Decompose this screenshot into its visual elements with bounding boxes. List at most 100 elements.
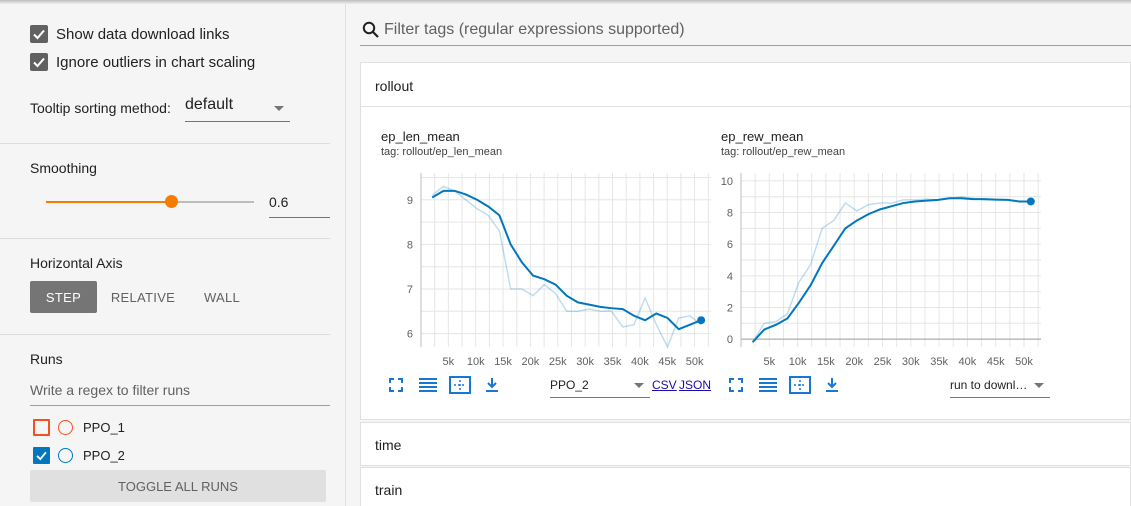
group-time[interactable]: time bbox=[360, 422, 1131, 466]
run-name: PPO_1 bbox=[83, 420, 125, 435]
x-tick-label: 10k bbox=[789, 356, 807, 368]
csv-download-link[interactable]: CSV bbox=[652, 378, 677, 392]
y-tick-label: 6 bbox=[407, 329, 413, 341]
search-icon bbox=[362, 21, 379, 38]
group-rollout-title: rollout bbox=[375, 78, 414, 94]
x-tick-label: 25k bbox=[549, 356, 567, 368]
group-time-title: time bbox=[375, 437, 402, 453]
divider bbox=[0, 238, 330, 239]
run-select-dropdown[interactable]: PPO_2 bbox=[550, 374, 650, 398]
run-item-ppo-1[interactable]: PPO_1 bbox=[33, 419, 125, 436]
y-tick-label: 2 bbox=[727, 302, 733, 314]
x-tick-label: 30k bbox=[902, 356, 920, 368]
download-icon[interactable] bbox=[481, 374, 503, 396]
main-panel: Filter tags (regular expressions support… bbox=[346, 4, 1131, 506]
y-tick-label: 4 bbox=[727, 271, 733, 283]
fit-domain-icon[interactable] bbox=[449, 374, 471, 396]
runs-label: Runs bbox=[30, 351, 63, 367]
y-tick-label: 8 bbox=[407, 239, 413, 251]
download-icon[interactable] bbox=[821, 374, 843, 396]
runs-filter-placeholder: Write a regex to filter runs bbox=[30, 382, 191, 398]
y-tick-label: 9 bbox=[407, 195, 413, 207]
smoothing-value: 0.6 bbox=[269, 194, 289, 210]
tooltip-sorting-label: Tooltip sorting method: bbox=[30, 100, 171, 116]
x-tick-label: 35k bbox=[930, 356, 948, 368]
run-color-circle-icon[interactable] bbox=[58, 420, 73, 435]
checkmark-icon bbox=[36, 451, 47, 461]
checkbox-checked-icon[interactable] bbox=[30, 25, 48, 43]
series-smoothed-line bbox=[751, 197, 1031, 343]
smoothing-label: Smoothing bbox=[30, 160, 97, 176]
chart-tag-ep-rew-mean: tag: rollout/ep_rew_mean bbox=[721, 146, 846, 158]
show-download-links-label: Show data download links bbox=[56, 25, 230, 43]
axis-wall-button[interactable]: WALL bbox=[196, 281, 248, 313]
run-select-dropdown[interactable]: run to downl… bbox=[950, 374, 1050, 398]
x-tick-label: 50k bbox=[686, 356, 704, 368]
fullscreen-icon[interactable] bbox=[725, 374, 747, 396]
run-name: PPO_2 bbox=[83, 448, 125, 463]
chevron-down-icon bbox=[634, 383, 644, 388]
chart-ep-len-mean[interactable]: 6 7 8 9 5k 10k 15k 20k 25k 30k 35k 40k 45k 50k bbox=[381, 167, 711, 377]
group-train[interactable]: train bbox=[360, 467, 1131, 506]
x-tick-label: 5k bbox=[443, 356, 455, 368]
x-tick-label: 45k bbox=[987, 356, 1005, 368]
sidebar: Show data download links Ignore outliers… bbox=[0, 4, 346, 506]
chart-title-ep-len-mean: ep_len_mean bbox=[381, 129, 460, 144]
x-tick-label: 40k bbox=[631, 356, 649, 368]
fit-domain-icon[interactable] bbox=[789, 374, 811, 396]
fullscreen-icon[interactable] bbox=[385, 374, 407, 396]
series-last-point bbox=[1026, 197, 1035, 206]
group-rollout-header[interactable]: rollout bbox=[361, 63, 1130, 107]
x-tick-label: 15k bbox=[494, 356, 512, 368]
divider bbox=[0, 143, 330, 144]
x-tick-label: 30k bbox=[576, 356, 594, 368]
y-tick-label: 6 bbox=[727, 239, 733, 251]
x-tick-label: 45k bbox=[658, 356, 676, 368]
y-tick-label: 0 bbox=[727, 334, 733, 346]
tag-filter-placeholder: Filter tags (regular expressions support… bbox=[384, 21, 685, 38]
smoothing-value-input[interactable]: 0.6 bbox=[269, 192, 330, 218]
smoothing-slider[interactable] bbox=[46, 195, 254, 208]
group-train-title: train bbox=[375, 482, 403, 498]
x-tick-label: 20k bbox=[845, 356, 863, 368]
axis-relative-button[interactable]: RELATIVE bbox=[106, 281, 180, 313]
x-tick-label: 10k bbox=[467, 356, 485, 368]
series-last-point bbox=[697, 316, 706, 325]
x-tick-label: 35k bbox=[604, 356, 622, 368]
y-tick-label: 8 bbox=[727, 208, 733, 220]
toggle-all-runs-button[interactable]: TOGGLE ALL RUNS bbox=[30, 470, 326, 502]
ignore-outliers-label: Ignore outliers in chart scaling bbox=[56, 53, 256, 71]
run-select-value: run to downl… bbox=[950, 378, 1028, 392]
run-color-circle-icon[interactable] bbox=[58, 448, 73, 463]
series-smoothed-line bbox=[431, 189, 702, 331]
log-scale-icon[interactable] bbox=[417, 374, 439, 396]
show-download-links-checkbox[interactable]: Show data download links bbox=[30, 25, 229, 43]
chart-ep-rew-mean[interactable]: 0 2 4 6 8 10 5k 10k 15k 20k 25k 30k 35k 40k 45k 50k bbox=[711, 167, 1051, 377]
chevron-down-icon bbox=[274, 106, 284, 111]
tooltip-sorting-value: default bbox=[185, 96, 234, 113]
axis-step-button[interactable]: STEP bbox=[30, 281, 97, 313]
run-item-ppo-2[interactable]: PPO_2 bbox=[33, 447, 125, 464]
y-tick-label: 10 bbox=[721, 176, 733, 188]
run-select-value: PPO_2 bbox=[550, 378, 589, 392]
checkbox-checked-icon[interactable] bbox=[30, 53, 48, 71]
smoothing-slider-fill bbox=[46, 201, 171, 203]
x-tick-label: 5k bbox=[763, 356, 775, 368]
runs-filter-input[interactable]: Write a regex to filter runs bbox=[30, 378, 330, 406]
chevron-down-icon bbox=[1034, 383, 1044, 388]
horizontal-axis-label: Horizontal Axis bbox=[30, 255, 123, 271]
smoothing-slider-thumb[interactable] bbox=[164, 195, 178, 208]
x-tick-label: 20k bbox=[522, 356, 540, 368]
chart-title-ep-rew-mean: ep_rew_mean bbox=[721, 129, 804, 144]
ignore-outliers-checkbox[interactable]: Ignore outliers in chart scaling bbox=[30, 53, 255, 71]
log-scale-icon[interactable] bbox=[757, 374, 779, 396]
x-tick-label: 50k bbox=[1015, 356, 1033, 368]
y-tick-label: 7 bbox=[407, 284, 413, 296]
tag-filter-input[interactable]: Filter tags (regular expressions support… bbox=[360, 16, 1131, 46]
divider bbox=[0, 334, 330, 335]
x-tick-label: 40k bbox=[959, 356, 977, 368]
tooltip-sorting-dropdown[interactable]: default bbox=[185, 96, 290, 122]
json-download-link[interactable]: JSON bbox=[679, 378, 711, 392]
run-checkbox[interactable] bbox=[33, 447, 50, 464]
run-checkbox[interactable] bbox=[33, 419, 50, 436]
